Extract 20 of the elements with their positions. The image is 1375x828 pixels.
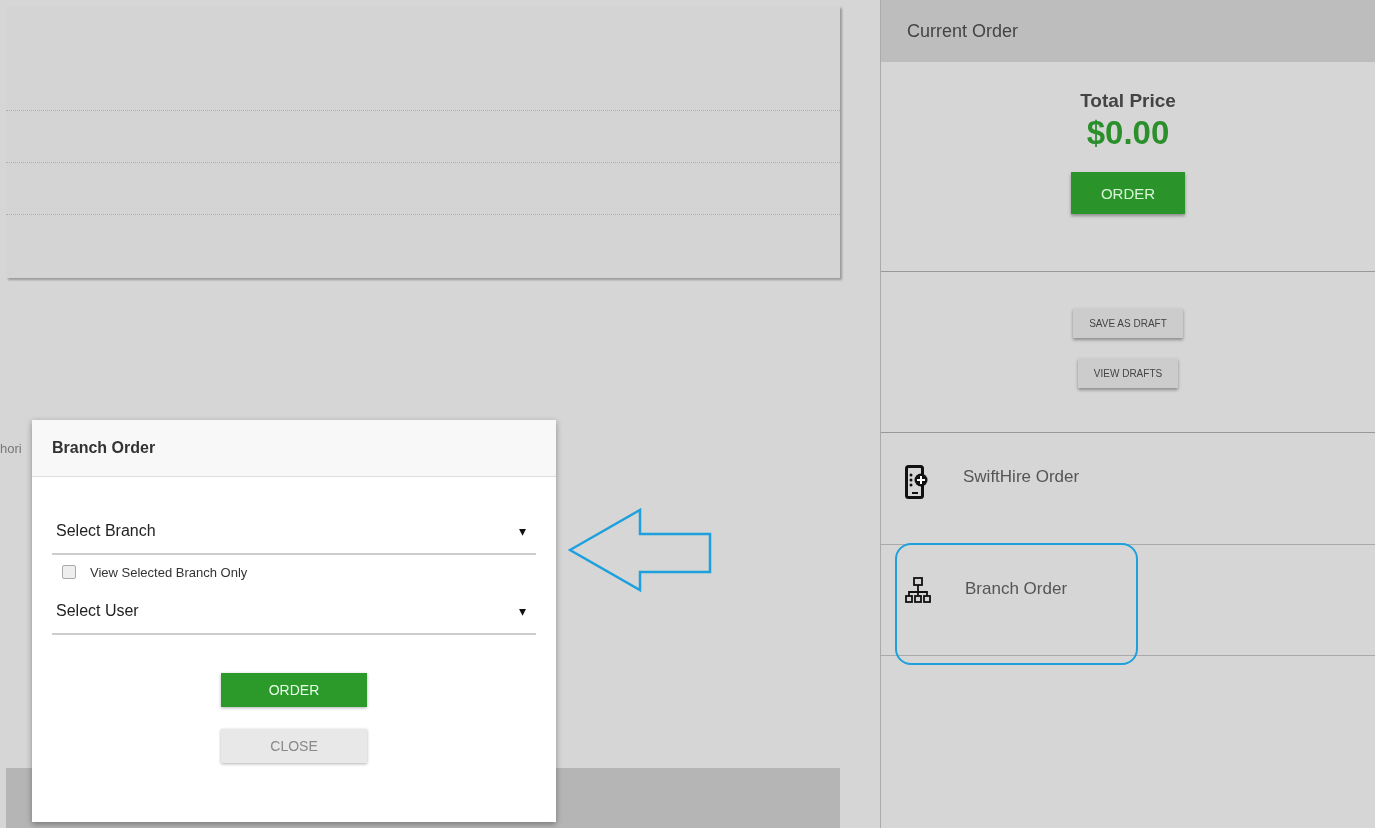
- draft-button[interactable]: VIEW DRAFTS: [1077, 358, 1179, 388]
- order-button[interactable]: ORDER: [221, 673, 367, 707]
- draft-button[interactable]: SAVE AS DRAFT: [1073, 308, 1183, 338]
- checkbox-label: View Selected Branch Only: [90, 564, 248, 580]
- panel-title: Current Order: [907, 20, 1019, 42]
- select-dropdown[interactable]: Select Branch ▾: [52, 509, 536, 555]
- caret-icon: ▾: [519, 603, 526, 619]
- cut-off-text: hori: [0, 441, 22, 456]
- total-price: $0.00: [1086, 114, 1170, 152]
- total-label: Total Price: [1080, 90, 1176, 112]
- phone-plus-icon: [905, 465, 929, 499]
- order-button[interactable]: ORDER: [1071, 172, 1185, 214]
- order-option[interactable]: Branch Order: [881, 545, 1375, 656]
- close-button[interactable]: CLOSE: [221, 729, 367, 763]
- caret-icon: ▾: [519, 523, 526, 539]
- dialog-title: Branch Order: [52, 439, 156, 457]
- select-dropdown[interactable]: Select User ▾: [52, 589, 536, 635]
- checkbox[interactable]: [62, 565, 76, 579]
- order-option[interactable]: SwiftHire Order: [881, 433, 1375, 545]
- hierarchy-icon: [905, 577, 931, 605]
